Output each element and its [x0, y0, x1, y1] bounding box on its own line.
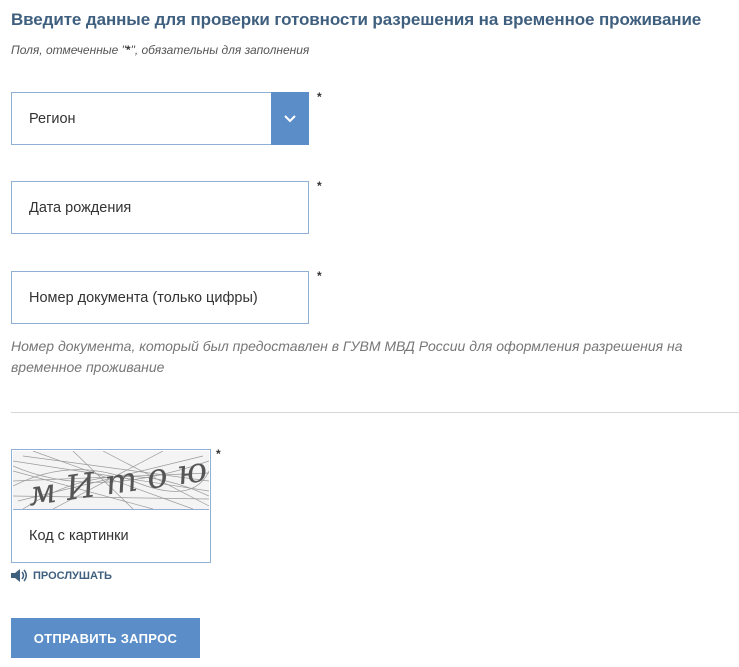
- captcha-image: мИтою: [13, 451, 209, 510]
- region-select-label: Регион: [29, 110, 76, 127]
- captcha-required-star: *: [216, 447, 221, 461]
- region-select-toggle[interactable]: [271, 92, 309, 145]
- submit-button[interactable]: ОТПРАВИТЬ ЗАПРОС: [11, 618, 200, 658]
- captcha-noise: мИтою: [13, 451, 209, 509]
- chevron-down-icon: [284, 115, 296, 123]
- birth-date-placeholder: Дата рождения: [29, 199, 132, 216]
- required-note-prefix: Поля, отмеченные ": [11, 43, 126, 57]
- divider: [11, 412, 739, 413]
- captcha-listen-label: ПРОСЛУШАТЬ: [33, 569, 112, 582]
- region-required-star: *: [317, 90, 322, 104]
- captcha-box: мИтою Код с картинки: [11, 449, 211, 563]
- captcha-listen-link[interactable]: ПРОСЛУШАТЬ: [11, 569, 112, 582]
- region-select[interactable]: Регион: [11, 92, 309, 145]
- captcha-input-placeholder: Код с картинки: [29, 528, 129, 544]
- form-title: Введите данные для проверки готовности р…: [11, 10, 702, 29]
- document-number-field[interactable]: Номер документа (только цифры): [11, 271, 309, 324]
- speaker-icon: [11, 569, 27, 582]
- captcha-input[interactable]: Код с картинки: [12, 510, 210, 562]
- document-number-placeholder: Номер документа (только цифры): [29, 289, 258, 306]
- required-note: Поля, отмеченные "*", обязательны для за…: [11, 43, 309, 57]
- document-number-required-star: *: [317, 269, 322, 283]
- birth-date-field[interactable]: Дата рождения: [11, 181, 309, 234]
- document-number-hint: Номер документа, который был предоставле…: [11, 338, 683, 375]
- birth-date-required-star: *: [317, 179, 322, 193]
- required-note-suffix: ", обязательны для заполнения: [130, 43, 310, 57]
